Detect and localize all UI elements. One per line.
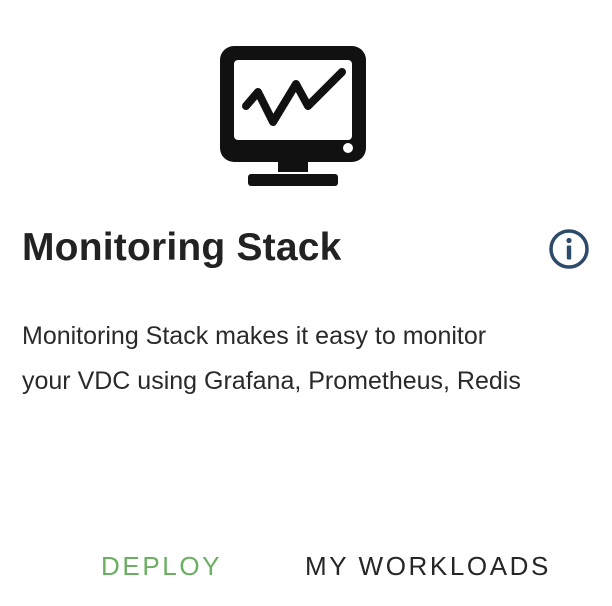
info-icon[interactable] (548, 228, 590, 270)
description-line: your VDC using Grafana, Prometheus, Redi… (22, 367, 521, 395)
description-line: Monitoring Stack makes it easy to monito… (22, 322, 487, 350)
deploy-button[interactable]: DEPLOY (101, 548, 222, 584)
monitor-chart-icon (220, 46, 366, 186)
solution-card: Monitoring Stack Monitoring Stack makes … (0, 0, 612, 606)
card-description: Monitoring Stack makes it easy to monito… (22, 314, 602, 404)
my-workloads-button[interactable]: MY WORKLOADS (305, 548, 551, 584)
card-title: Monitoring Stack (22, 226, 342, 269)
